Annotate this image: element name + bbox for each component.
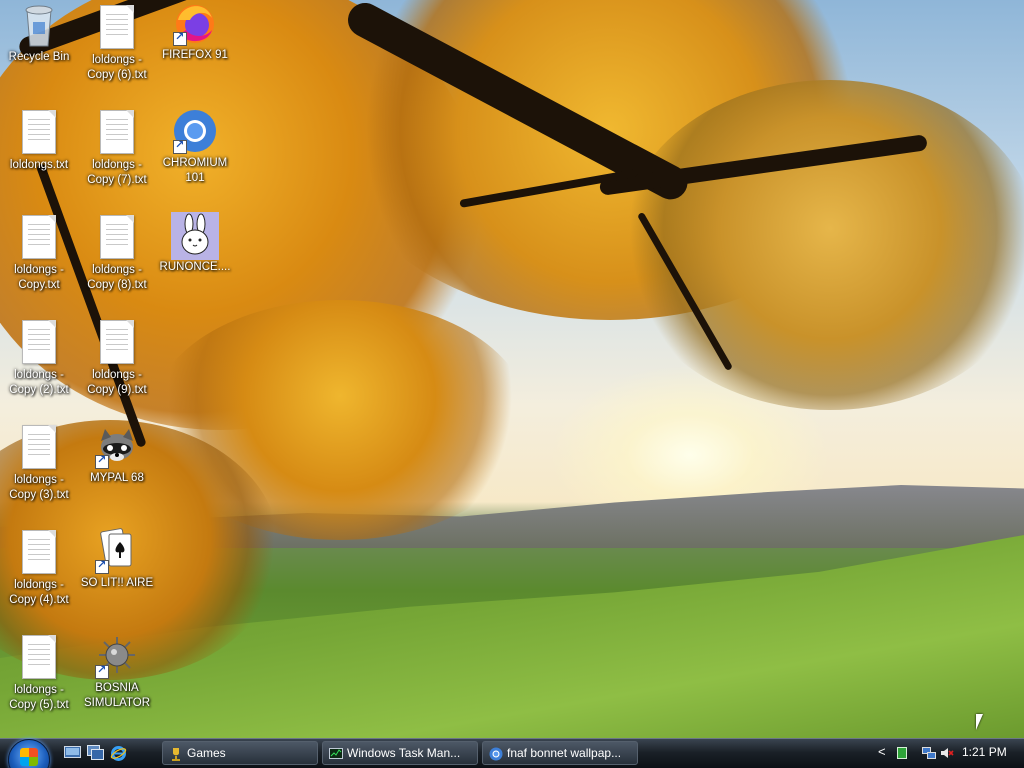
desktop-icon-label: loldongs - Copy (8).txt <box>87 264 147 291</box>
volume-muted-icon[interactable] <box>940 746 954 758</box>
desktop-icon-file-copy[interactable]: loldongs - Copy.txt <box>1 213 77 293</box>
battery-icon[interactable] <box>896 746 908 759</box>
desktop-icon-file-copy6[interactable]: loldongs - Copy (6).txt <box>79 3 155 83</box>
show-desktop-icon[interactable] <box>64 745 81 760</box>
text-file-icon <box>19 215 59 261</box>
text-file-icon <box>97 320 137 366</box>
chromium-icon <box>173 108 216 154</box>
network-icon[interactable] <box>922 746 936 759</box>
desktop-icon-label: loldongs - Copy (4).txt <box>9 579 69 606</box>
desktop-icon-firefox[interactable]: FIREFOX 91 <box>157 0 233 63</box>
wallpaper-foliage <box>620 80 1024 410</box>
desktop-icon-recycle-bin[interactable]: Recycle Bin <box>1 2 77 65</box>
desktop-icon-file-copy9[interactable]: loldongs - Copy (9).txt <box>79 318 155 398</box>
naval-mine-icon <box>95 633 137 679</box>
tray-expand-chevron[interactable]: < <box>878 744 886 759</box>
desktop-icon-label: loldongs - Copy (9).txt <box>87 369 147 396</box>
desktop-icon-runonce[interactable]: RUNONCE.... <box>157 212 233 275</box>
windows-orb-icon <box>20 748 38 766</box>
bunny-icon <box>171 212 219 260</box>
desktop-icon-label: loldongs - Copy (2).txt <box>9 369 69 396</box>
text-file-icon <box>19 530 59 576</box>
chromium-icon <box>489 746 503 761</box>
task-manager-icon <box>329 746 343 760</box>
desktop-icon-mypal[interactable]: MYPAL 68 <box>79 423 155 486</box>
desktop-icon-file-copy3[interactable]: loldongs - Copy (3).txt <box>1 423 77 503</box>
text-file-icon <box>97 215 137 261</box>
games-icon <box>169 746 183 761</box>
taskbar-button-label: Windows Task Man... <box>347 746 461 760</box>
desktop-icon-solitaire[interactable]: SO LIT!! AIRE <box>79 528 155 591</box>
taskbar-button-chromium[interactable]: fnaf bonnet wallpap... <box>482 741 638 765</box>
desktop-icon-file-copy8[interactable]: loldongs - Copy (8).txt <box>79 213 155 293</box>
taskbar-button-label: fnaf bonnet wallpap... <box>507 746 622 760</box>
desktop-icon-label: CHROMIUM 101 <box>162 157 228 184</box>
text-file-icon <box>19 320 59 366</box>
desktop-icon-label: BOSNIA SIMULATOR <box>83 682 151 709</box>
desktop-icon-label: loldongs - Copy (5).txt <box>9 684 69 711</box>
text-file-icon <box>97 110 137 156</box>
raccoon-icon <box>95 423 137 469</box>
desktop-icon-label: loldongs.txt <box>9 159 69 171</box>
firefox-icon <box>173 0 215 46</box>
desktop-icon-file-copy7[interactable]: loldongs - Copy (7).txt <box>79 108 155 188</box>
desktop-icon-file-loldongs[interactable]: loldongs.txt <box>1 108 77 173</box>
text-file-icon <box>97 5 137 51</box>
desktop-icon-label: loldongs - Copy (3).txt <box>9 474 69 501</box>
text-file-icon <box>19 110 59 156</box>
desktop-icon-label: loldongs - Copy.txt <box>14 264 64 291</box>
desktop-icon-label: RUNONCE.... <box>159 261 231 273</box>
desktop-icon-label: FIREFOX 91 <box>162 49 228 61</box>
switch-windows-icon[interactable] <box>87 745 104 760</box>
internet-explorer-icon[interactable] <box>110 745 127 761</box>
tray-clock[interactable]: 1:21 PM <box>962 745 1007 759</box>
taskbar-button-task-manager[interactable]: Windows Task Man... <box>322 741 478 765</box>
taskbar-button-games[interactable]: Games <box>162 741 318 765</box>
desktop-icon-label: loldongs - Copy (6).txt <box>87 54 147 81</box>
desktop-icon-file-copy2[interactable]: loldongs - Copy (2).txt <box>1 318 77 398</box>
mouse-cursor-icon <box>976 714 990 730</box>
desktop-icon-label: Recycle Bin <box>8 51 70 63</box>
playing-cards-icon <box>95 528 137 574</box>
desktop-icon-label: SO LIT!! AIRE <box>80 577 154 589</box>
text-file-icon <box>19 635 59 681</box>
desktop-icon-label: MYPAL 68 <box>90 472 144 484</box>
desktop-icon-label: loldongs - Copy (7).txt <box>87 159 147 186</box>
taskbar-button-label: Games <box>187 746 226 760</box>
desktop-icon-file-copy5[interactable]: loldongs - Copy (5).txt <box>1 633 77 713</box>
desktop-icon-file-copy4[interactable]: loldongs - Copy (4).txt <box>1 528 77 608</box>
desktop-icon-chromium[interactable]: CHROMIUM 101 <box>157 108 233 186</box>
recycle-bin-icon <box>19 2 59 48</box>
text-file-icon <box>19 425 59 471</box>
desktop-icon-bosnia[interactable]: BOSNIA SIMULATOR <box>79 633 155 711</box>
